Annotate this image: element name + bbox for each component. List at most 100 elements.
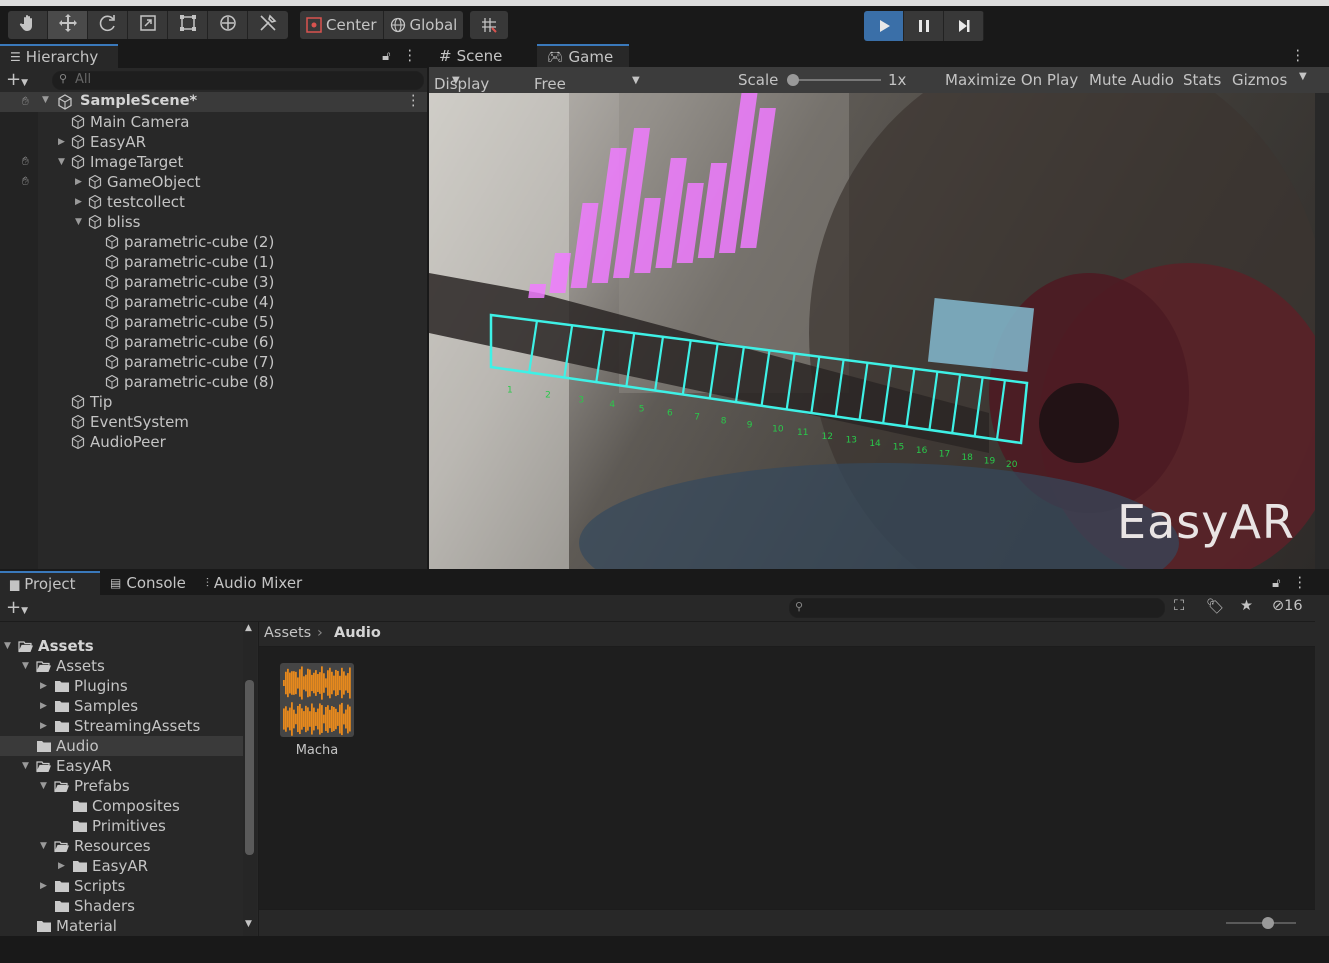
hierarchy-item[interactable]: parametric-cube (6): [0, 332, 427, 352]
hierarchy-item[interactable]: Tip: [0, 392, 427, 412]
collapsed-arrow-icon[interactable]: ▶: [75, 197, 87, 207]
expanded-arrow-icon[interactable]: ▼: [40, 841, 54, 851]
scene-menu-icon[interactable]: ⋮: [406, 93, 421, 109]
tab-scene[interactable]: # Scene: [429, 44, 537, 68]
asset-thumbnail[interactable]: [280, 663, 354, 737]
maximize-on-play-toggle[interactable]: Maximize On Play: [945, 71, 1078, 89]
expanded-arrow-icon[interactable]: ▼: [58, 157, 70, 167]
expanded-arrow-icon[interactable]: ▼: [40, 781, 54, 791]
collapsed-arrow-icon[interactable]: ▶: [58, 861, 72, 871]
project-menu-icon[interactable]: ⋮: [1293, 575, 1308, 591]
imagetarget-visibility-icon[interactable]: ✋︎: [22, 154, 29, 169]
pivot-center-button[interactable]: Center: [300, 11, 384, 39]
create-asset-button[interactable]: +▼: [6, 597, 28, 618]
hierarchy-item[interactable]: parametric-cube (8): [0, 372, 427, 392]
hierarchy-item[interactable]: ▼ ImageTarget: [0, 152, 427, 172]
hierarchy-item[interactable]: EventSystem: [0, 412, 427, 432]
tree-scrollbar[interactable]: ▲ ▼: [243, 622, 257, 936]
hierarchy-item[interactable]: Main Camera: [0, 112, 427, 132]
move-tool-button[interactable]: [48, 11, 88, 39]
folder-tree-item[interactable]: Composites: [0, 796, 243, 816]
folder-tree-item[interactable]: ▶ StreamingAssets: [0, 716, 243, 736]
scroll-up-icon[interactable]: ▲: [245, 623, 252, 633]
filter-label-icon[interactable]: 🏷︎: [1206, 598, 1224, 615]
hierarchy-item[interactable]: parametric-cube (2): [0, 232, 427, 252]
folder-tree-item[interactable]: ▶ EasyAR: [0, 856, 243, 876]
hidden-packages-toggle[interactable]: ⊘16: [1272, 598, 1303, 614]
project-search-input[interactable]: ⚲: [789, 598, 1165, 618]
collapsed-arrow-icon[interactable]: ▶: [40, 681, 54, 691]
scale-slider[interactable]: [787, 74, 881, 86]
hierarchy-search-input[interactable]: ⚲ All: [52, 71, 424, 90]
breadcrumb-current[interactable]: Audio: [334, 625, 381, 641]
tab-console[interactable]: ▤ Console: [100, 571, 196, 595]
gizmos-toggle[interactable]: Gizmos: [1232, 71, 1287, 89]
rect-tool-button[interactable]: [168, 11, 208, 39]
hierarchy-item[interactable]: ▶ testcollect: [0, 192, 427, 212]
hierarchy-item[interactable]: parametric-cube (3): [0, 272, 427, 292]
folder-tree-item[interactable]: ▼ EasyAR: [0, 756, 243, 776]
scene-row[interactable]: ✋︎ ▼ SampleScene* ⋮: [0, 92, 427, 112]
expanded-arrow-icon[interactable]: ▼: [4, 641, 18, 651]
scene-visibility-icon[interactable]: ✋︎: [22, 94, 29, 109]
folder-tree-item[interactable]: Material: [0, 916, 243, 936]
pause-button[interactable]: [904, 11, 944, 41]
game-menu-icon[interactable]: ⋮: [1291, 48, 1306, 64]
hierarchy-item[interactable]: parametric-cube (5): [0, 312, 427, 332]
folder-tree-item[interactable]: ▶ Samples: [0, 696, 243, 716]
folder-tree-item[interactable]: ▶ Plugins: [0, 676, 243, 696]
folder-tree-item[interactable]: Audio: [0, 736, 243, 756]
tab-hierarchy[interactable]: ☰ Hierarchy: [0, 44, 118, 68]
scene-expand-arrow[interactable]: ▼: [42, 95, 49, 105]
zoom-slider-thumb[interactable]: [1262, 917, 1274, 929]
tab-audio-mixer[interactable]: ⫶ Audio Mixer: [195, 571, 313, 595]
folder-tree-item[interactable]: ▶ Scripts: [0, 876, 243, 896]
gameobject-visibility-icon[interactable]: ✋︎: [22, 174, 29, 189]
folder-tree-item[interactable]: Shaders: [0, 896, 243, 916]
hand-tool-button[interactable]: [8, 11, 48, 39]
collapsed-arrow-icon[interactable]: ▶: [40, 881, 54, 891]
breadcrumb-root[interactable]: Assets: [264, 625, 311, 641]
collapsed-arrow-icon[interactable]: ▶: [75, 177, 87, 187]
project-lock-icon[interactable]: 🔓︎: [1272, 576, 1280, 591]
filter-type-icon[interactable]: ⛶: [1174, 598, 1184, 614]
expanded-arrow-icon[interactable]: ▼: [22, 761, 36, 771]
collapsed-arrow-icon[interactable]: ▶: [58, 137, 70, 147]
stats-toggle[interactable]: Stats: [1183, 71, 1221, 89]
hierarchy-item[interactable]: ▼ bliss: [0, 212, 427, 232]
folder-tree-item[interactable]: ▼ Prefabs: [0, 776, 243, 796]
step-button[interactable]: [944, 11, 984, 41]
hierarchy-item[interactable]: ▶ EasyAR: [0, 132, 427, 152]
game-viewport[interactable]: 1 2 3 4 5 6 7 8 9 10 11 12 13 14 15 16 17 18 19 20 EasyAR: [429, 93, 1315, 569]
hierarchy-item[interactable]: parametric-cube (4): [0, 292, 427, 312]
hierarchy-item[interactable]: ▶ GameObject: [0, 172, 427, 192]
tree-scroll-thumb[interactable]: [245, 680, 254, 855]
rotate-tool-button[interactable]: [88, 11, 128, 39]
tab-game[interactable]: 🎮︎ Game: [537, 44, 629, 68]
scale-tool-button[interactable]: [128, 11, 168, 39]
custom-tool-button[interactable]: [248, 11, 288, 39]
panel-menu-icon[interactable]: ⋮: [403, 48, 418, 64]
collapsed-arrow-icon[interactable]: ▶: [40, 721, 54, 731]
expanded-arrow-icon[interactable]: ▼: [22, 661, 36, 671]
favorite-star-icon[interactable]: ★: [1240, 598, 1253, 614]
zoom-slider[interactable]: [1226, 917, 1296, 929]
grid-snap-button[interactable]: [470, 11, 508, 39]
scroll-down-icon[interactable]: ▼: [245, 919, 252, 929]
folder-tree-item[interactable]: ▼ Resources: [0, 836, 243, 856]
folder-tree-item[interactable]: ▼ Assets: [0, 636, 243, 656]
pivot-global-button[interactable]: Global: [384, 11, 464, 39]
expanded-arrow-icon[interactable]: ▼: [75, 217, 87, 227]
scale-slider-thumb[interactable]: [787, 74, 799, 86]
transform-tool-button[interactable]: [208, 11, 248, 39]
hierarchy-item[interactable]: parametric-cube (1): [0, 252, 427, 272]
tab-project[interactable]: ▆ Project: [0, 571, 100, 595]
mute-audio-toggle[interactable]: Mute Audio: [1089, 71, 1174, 89]
folder-tree-item[interactable]: ▼ Assets: [0, 656, 243, 676]
hierarchy-item[interactable]: parametric-cube (7): [0, 352, 427, 372]
hierarchy-item[interactable]: AudioPeer: [0, 432, 427, 452]
lock-icon[interactable]: 🔓︎: [382, 49, 390, 64]
add-object-button[interactable]: +▼: [6, 69, 28, 90]
gizmos-dropdown-icon[interactable]: ▼: [1299, 71, 1307, 82]
folder-tree-item[interactable]: Primitives: [0, 816, 243, 836]
